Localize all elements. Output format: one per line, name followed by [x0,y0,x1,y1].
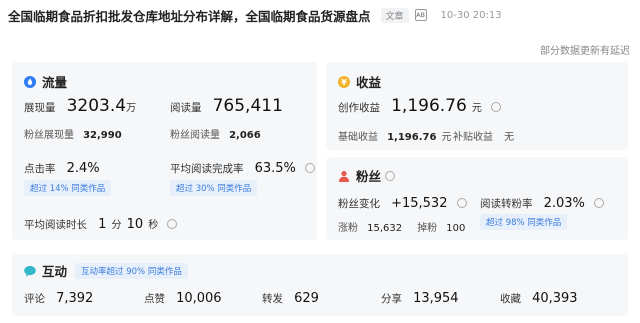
stat-value: 10,006 [176,291,222,306]
base-income-value: 1,196.76 [387,132,437,143]
avg-time-label: 平均阅读时长 [24,219,87,231]
fan-views-label: 粉丝展现量 [24,130,74,141]
favorites-stat: 收藏 40,393 [500,287,578,306]
interaction-card-title: 互动 互动率超过 90% 同类作品 [24,261,188,280]
views-value: 3203.4 [66,96,127,116]
subsidy-income-value: 无 [504,132,515,143]
fan-views-value: 32,990 [83,130,122,141]
avg-time-sec-unit: 秒 [148,220,159,231]
read-to-fan-stat: 阅读转粉率 2.03% [480,192,604,211]
fans-change-label: 粉丝变化 [338,198,380,210]
read-to-fan-value: 2.03% [543,196,585,211]
update-delay-note: 部分数据更新有延迟 [540,46,630,57]
fans-info-icon[interactable] [385,170,396,181]
stat-value: 629 [294,291,319,306]
read-to-fan-label: 阅读转粉率 [480,198,533,210]
stat-label: 收藏 [500,293,521,305]
income-title-text: 收益 [356,75,382,90]
avg-read-time-stat: 平均阅读时长 1 分 10 秒 [24,213,178,232]
reads-label: 阅读量 [170,102,202,114]
avg-time-min-unit: 分 [111,220,122,231]
comments-stat: 评论 7,392 [24,287,93,306]
fans-gain-value: 15,632 [367,223,403,234]
base-income-label: 基础收益 [338,132,378,143]
reads-value: 765,411 [212,96,283,116]
ctr-badge: 超过 14% 同类作品 [24,180,112,196]
shares-stat: 分享 13,954 [381,287,459,306]
reposts-stat: 转发 629 [262,287,319,306]
interaction-chat-icon [24,265,36,277]
reads-stat: 阅读量 765,411 [170,96,283,116]
fan-reads-label: 粉丝阅读量 [170,130,220,141]
completion-stat: 平均阅读完成率 63.5% [170,157,315,176]
income-card: ¥ 收益 创作收益 1,196.76 元 基础收益 1,196.76 元 补贴收… [326,62,628,150]
fan-reads-value: 2,066 [229,130,261,141]
stat-label: 分享 [381,293,402,305]
ctr-value: 2.4% [66,161,100,176]
base-income-stat: 基础收益 1,196.76 元 [338,125,452,144]
fans-gain-loss: 涨粉 15,632 掉粉 100 [338,216,465,235]
completion-value: 63.5% [254,161,296,176]
stat-value: 13,954 [413,291,459,306]
fans-card: 粉丝 粉丝变化 +15,532 阅读转粉率 2.03% 涨粉 15,632 掉粉… [326,157,628,240]
views-stat: 展现量 3203.4万 [24,96,136,116]
fans-loss-label: 掉粉 [417,223,438,234]
fans-change-info-icon[interactable] [456,197,467,208]
article-type-tag: 文章 [380,7,409,23]
likes-stat: 点赞 10,006 [144,287,222,306]
interaction-title-text: 互动 [42,264,68,279]
stat-label: 转发 [262,293,283,305]
publish-date: 10-30 20:13 [440,9,502,21]
views-label: 展现量 [24,102,56,114]
svg-text:¥: ¥ [341,78,347,87]
fans-title-text: 粉丝 [356,169,382,184]
creation-income-info-icon[interactable] [490,101,501,112]
read-to-fan-info-icon[interactable] [594,197,604,208]
creation-income-label: 创作收益 [338,102,380,114]
fans-gain-label: 涨粉 [338,223,358,234]
creation-income-value: 1,196.76 [391,96,467,116]
fans-card-title: 粉丝 [338,166,396,185]
article-title[interactable]: 全国临期食品折扣批发仓库地址分布详解，全国临期食品货源盘点 [8,6,371,25]
completion-badge: 超过 30% 同类作品 [170,180,258,196]
avg-time-sec: 10 [126,217,144,232]
subsidy-income-stat: 补贴收益 无 [453,125,514,144]
ctr-label: 点击率 [24,163,56,175]
income-coin-icon: ¥ [338,75,350,88]
ctr-stat: 点击率 2.4% [24,157,100,176]
read-to-fan-badge: 超过 98% 同类作品 [480,214,568,230]
article-header: 全国临期食品折扣批发仓库地址分布详解，全国临期食品货源盘点 文章 AB 10-3… [8,6,632,24]
avg-time-min: 1 [98,217,107,232]
stat-label: 点赞 [144,293,165,305]
views-unit: 万 [126,103,137,114]
completion-label: 平均阅读完成率 [170,163,244,175]
fans-change-stat: 粉丝变化 +15,532 [338,192,467,211]
fan-views-stat: 粉丝展现量 32,990 [24,123,122,142]
ai-icon: AB [414,9,427,21]
avg-time-info-icon[interactable] [167,218,178,229]
fan-reads-stat: 粉丝阅读量 2,066 [170,123,261,142]
interaction-badge: 互动率超过 90% 同类作品 [75,262,188,279]
flow-drop-icon [24,75,36,88]
completion-info-icon[interactable] [305,162,315,173]
base-income-unit: 元 [441,132,452,143]
stat-value: 7,392 [56,291,94,306]
subsidy-income-label: 补贴收益 [453,132,493,143]
stat-value: 40,393 [532,291,578,306]
interaction-card: 互动 互动率超过 90% 同类作品 评论 7,392 点赞 10,006 转发 … [12,254,628,316]
income-card-title: ¥ 收益 [338,72,381,91]
flow-card: 流量 展现量 3203.4万 阅读量 765,411 粉丝展现量 32,990 … [12,62,317,240]
fans-change-value: +15,532 [391,196,448,211]
flow-title-text: 流量 [42,75,68,90]
fans-person-icon [339,170,349,182]
creation-income-stat: 创作收益 1,196.76 元 [338,96,501,116]
creation-income-unit: 元 [471,103,482,114]
fans-loss-value: 100 [446,223,466,234]
flow-card-title: 流量 [24,72,67,91]
stat-label: 评论 [24,293,45,305]
